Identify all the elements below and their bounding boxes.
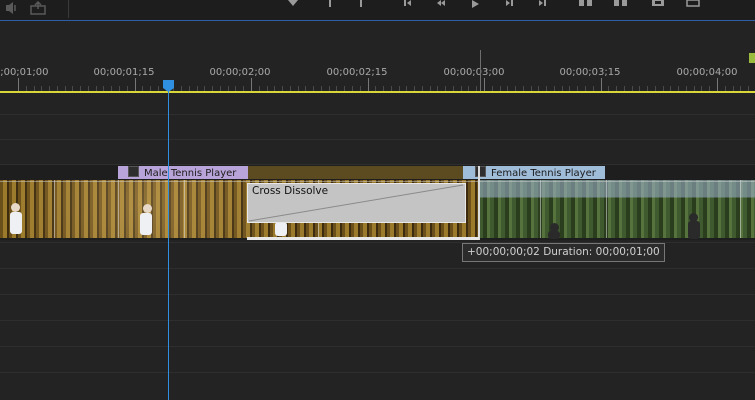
clip-baseline: [0, 181, 755, 182]
work-area-bar[interactable]: [0, 91, 755, 93]
hover-marker: [480, 50, 481, 92]
timecode-label: 00;00;01;15: [93, 67, 155, 78]
track-divider: [0, 114, 755, 115]
go-to-out-icon[interactable]: [538, 0, 548, 8]
ruler-tick: [18, 78, 19, 91]
timecode-label: 00;00;03;00: [443, 67, 505, 78]
clip-selection-border: [247, 237, 479, 240]
male-clip-header[interactable]: Male Tennis Player: [118, 166, 248, 179]
frame-divider: [540, 180, 541, 238]
step-back-icon[interactable]: [402, 0, 412, 8]
lift-icon[interactable]: [578, 0, 594, 8]
go-to-in-icon[interactable]: [357, 0, 365, 8]
ruler-tick: [368, 78, 369, 91]
playhead-line[interactable]: [168, 88, 169, 400]
mark-out-icon[interactable]: [326, 0, 334, 8]
audio-track-icon[interactable]: [4, 1, 20, 15]
transition-label: Cross Dissolve: [252, 185, 329, 197]
export-frame-icon[interactable]: [30, 1, 46, 15]
extract-icon[interactable]: [613, 0, 629, 8]
frame-divider: [606, 180, 607, 238]
mark-in-icon[interactable]: [286, 0, 300, 8]
ruler-tick: [717, 78, 718, 91]
time-ruler[interactable]: 00;00;01;00 00;00;01;15 00;00;02;00 00;0…: [0, 21, 755, 92]
female-clip-header[interactable]: Female Tennis Player: [463, 166, 605, 179]
track-divider: [0, 320, 755, 321]
female-clip-name: Female Tennis Player: [491, 168, 596, 179]
camera-icon[interactable]: [651, 0, 665, 8]
fx-badge-icon: [128, 166, 139, 177]
ruler-tick: [251, 78, 252, 91]
playhead-handle[interactable]: [163, 80, 175, 93]
play-icon[interactable]: [470, 0, 480, 8]
toolbar: [0, 0, 755, 20]
frame-divider: [54, 180, 55, 238]
timecode-label: 00;00;04;00: [676, 67, 738, 78]
toolbar-divider: [68, 0, 69, 18]
step-forward-icon[interactable]: [505, 0, 515, 8]
track-divider: [0, 372, 755, 373]
go-to-in-icon-2[interactable]: [436, 0, 446, 8]
timecode-label: 00;00;02;00: [209, 67, 271, 78]
track-divider: [0, 139, 755, 140]
ruler-tick: [135, 78, 136, 91]
track-divider: [0, 346, 755, 347]
frame-divider: [740, 180, 741, 238]
track-divider: [0, 268, 755, 269]
timecode-label: 00;00;02;15: [326, 67, 388, 78]
clip-header-strip[interactable]: [248, 166, 463, 179]
frame-divider: [184, 180, 185, 238]
fx-badge-icon: [475, 166, 486, 177]
work-area-end-handle[interactable]: [749, 53, 755, 63]
track-divider: [0, 294, 755, 295]
male-clip-name: Male Tennis Player: [144, 168, 237, 179]
timecode-label: 00;00;03;15: [559, 67, 621, 78]
frame-divider: [118, 180, 119, 238]
trim-tooltip: +00;00;00;02 Duration: 00;00;01;00: [462, 243, 665, 262]
ruler-tick: [484, 78, 485, 91]
ruler-tick: [601, 78, 602, 91]
timecode-label: 00;00;01;00: [0, 67, 49, 78]
settings-icon[interactable]: [686, 0, 700, 8]
female-clip-thumbnails[interactable]: [479, 180, 755, 238]
edit-point-handle[interactable]: [478, 166, 480, 240]
